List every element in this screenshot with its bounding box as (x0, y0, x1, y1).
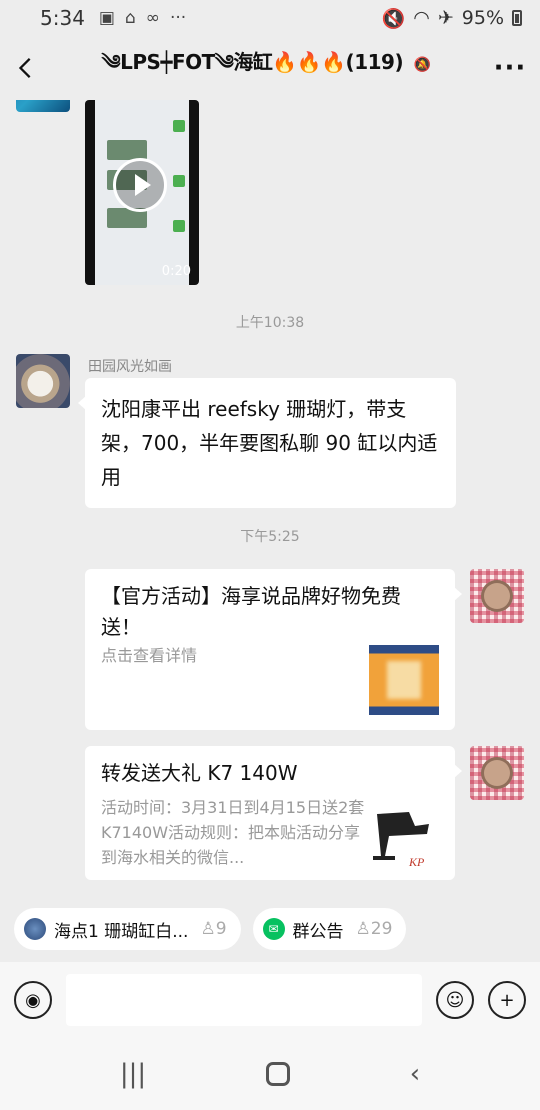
avatar[interactable] (470, 746, 524, 800)
overflow-icon: ··· (169, 8, 187, 28)
pinned-count: ♙9 (200, 919, 227, 939)
announcement-icon: ✉ (262, 918, 285, 940)
muted-bell-icon: 🔕 (413, 57, 431, 73)
chat-title-text: ༄LPS┿FOT༄海缸🔥🔥🔥(119) (101, 50, 404, 74)
pinned-label: 群公告 (292, 921, 344, 942)
more-button[interactable]: ··· (480, 53, 540, 83)
back-nav-icon[interactable]: ‹ (410, 1059, 420, 1089)
person-icon: ♙ (200, 919, 216, 939)
avatar[interactable] (16, 354, 70, 408)
battery-icon (512, 10, 522, 26)
emoji-button[interactable]: ☺ (436, 981, 474, 1019)
message-list[interactable]: 0:20 上午10:38 田园风光如画 沈阳康平出 reefsky 珊瑚灯，带支… (0, 100, 540, 896)
pinned-label: 海点1 珊瑚缸白... (54, 921, 189, 942)
link-card[interactable]: 转发送大礼 K7 140W 活动时间：3月31日到4月15日送2套K7140W活… (85, 746, 462, 880)
input-bar: ◉ ☺ + (0, 962, 540, 1038)
voice-button[interactable]: ◉ (14, 981, 52, 1019)
status-bar: 5:34 ▣ ⌂ ∞ ··· 🔇 ◠ ✈ 95% (0, 0, 540, 36)
pinned-count: ♙29 (355, 919, 393, 939)
plus-icon: + (499, 989, 515, 1011)
sender-name: 田园风光如画 (88, 359, 172, 375)
link-icon: ∞ (145, 8, 160, 28)
group-avatar-icon (24, 918, 46, 940)
avatar[interactable] (470, 569, 524, 623)
pinned-bar: 海点1 珊瑚缸白... ♙9 ✉ 群公告 ♙29 (14, 908, 407, 950)
link-card[interactable]: 【官方活动】海享说品牌好物免费送！ 点击查看详情 (85, 569, 462, 730)
play-icon[interactable] (113, 158, 167, 212)
message-bubble[interactable]: 沈阳康平出 reefsky 珊瑚灯，带支架，700，半年要图私聊 90 缸以内适… (78, 378, 456, 508)
card-thumbnail (369, 645, 439, 715)
video-message[interactable]: 0:20 (85, 100, 199, 285)
chevron-left-icon (18, 58, 31, 78)
card-description: 活动时间：3月31日到4月15日送2套K7140W活动规则：把本贴活动分享到海水… (101, 798, 365, 867)
lamp-icon: KP (373, 812, 429, 869)
message-text: 沈阳康平出 reefsky 珊瑚灯，带支架，700，半年要图私聊 90 缸以内适… (101, 397, 438, 489)
pinned-item[interactable]: ✉ 群公告 ♙29 (252, 908, 407, 950)
chat-header: ༄LPS┿FOT༄海缸🔥🔥🔥(119) 🔕 ··· (0, 36, 540, 100)
message-input[interactable] (66, 974, 422, 1026)
video-duration: 0:20 (161, 264, 191, 279)
recents-icon[interactable]: ||| (120, 1059, 146, 1089)
pinned-item[interactable]: 海点1 珊瑚缸白... ♙9 (14, 908, 241, 950)
avatar[interactable] (16, 100, 70, 112)
status-time: 5:34 (40, 6, 85, 30)
timestamp: 下午5:25 (240, 529, 300, 545)
svg-text:KP: KP (408, 855, 425, 869)
card-title: 【官方活动】海享说品牌好物免费送！ (101, 584, 401, 639)
airplane-icon: ✈ (437, 7, 454, 29)
person-icon: ♙ (355, 919, 371, 939)
notification-icon: ⌂ (124, 8, 136, 28)
gallery-icon: ▣ (98, 8, 115, 28)
emoji-icon: ☺ (445, 989, 465, 1011)
card-thumbnail: KP (369, 804, 439, 874)
mute-icon: 🔇 (381, 7, 406, 30)
voice-icon: ◉ (25, 989, 41, 1011)
wifi-icon: ◠ (413, 7, 430, 29)
system-nav-bar: ||| ‹ (0, 1038, 540, 1110)
battery-level: 95% (461, 7, 504, 29)
back-button[interactable] (0, 36, 52, 100)
timestamp: 上午10:38 (235, 315, 305, 331)
more-dots-icon: ··· (493, 53, 527, 83)
add-button[interactable]: + (488, 981, 526, 1019)
card-title: 转发送大礼 K7 140W (101, 761, 298, 785)
chat-title: ༄LPS┿FOT༄海缸🔥🔥🔥(119) 🔕 (52, 40, 480, 96)
home-icon[interactable] (265, 1062, 290, 1086)
